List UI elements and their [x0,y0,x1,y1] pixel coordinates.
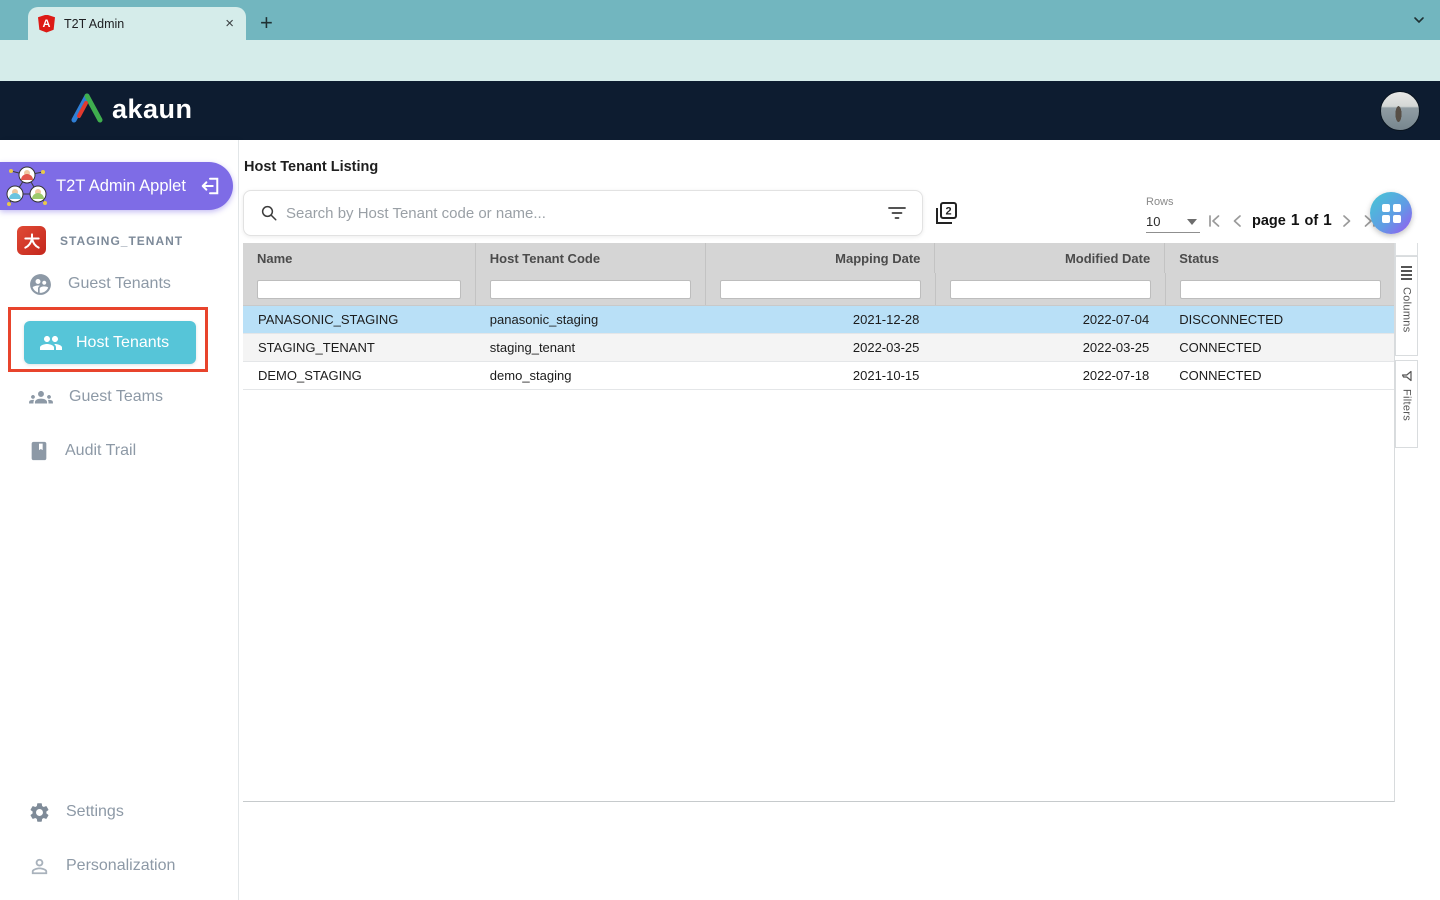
funnel-icon [1401,370,1413,382]
brand-name: akaun [112,94,193,125]
search-input[interactable] [286,205,880,222]
sidebar-item-settings[interactable]: Settings [28,798,124,826]
table-row[interactable]: STAGING_TENANT staging_tenant 2022-03-25… [243,334,1394,362]
filters-tab-label: Filters [1401,389,1413,421]
sidebar-item-label: Guest Teams [69,388,163,406]
svg-text:2: 2 [945,206,951,218]
page-title: Host Tenant Listing [244,159,378,175]
user-avatar[interactable] [1380,91,1420,131]
tenant-label: STAGING_TENANT [60,234,183,248]
annotation-highlight-box: Host Tenants [8,307,208,372]
filter-input-code[interactable] [490,280,691,299]
tenant-logo-icon [17,226,46,255]
column-header-modified-date[interactable]: Modified Date [934,243,1164,273]
sidebar-item-label: Host Tenants [76,334,169,352]
cell-modified-date: 2022-07-04 [934,306,1164,333]
guest-tenants-icon [28,272,53,297]
filter-input-name[interactable] [257,280,461,299]
sidebar-item-guest-teams[interactable]: Guest Teams [28,383,163,411]
cell-name: DEMO_STAGING [243,362,475,389]
next-page-button[interactable] [1342,214,1352,228]
first-page-button[interactable] [1207,214,1222,228]
table-header-row: Name Host Tenant Code Mapping Date Modif… [243,243,1394,273]
host-tenants-icon [39,331,63,355]
filters-tab[interactable]: Filters [1395,360,1418,448]
cell-name: STAGING_TENANT [243,334,475,361]
main-content: Host Tenant Listing 2 Rows 10 [239,140,1440,900]
sidebar-item-host-tenants[interactable]: Host Tenants [24,321,196,364]
sidebar: T2T Admin Applet STAGING_TENANT Guest Te… [0,140,239,900]
screen: A T2T Admin × + akaun.cloud/#/applet/t2t… [0,0,1440,900]
applet-label: T2T Admin Applet [56,177,193,196]
search-bar [243,190,923,236]
person-icon [28,855,51,878]
applet-network-icon [4,163,50,209]
tab-title: T2T Admin [64,17,214,31]
rail-spacer [1395,243,1418,256]
browser-toolbar: akaun.cloud/#/applet/t2t/akaun/t2t-admin… [0,40,1440,81]
sidebar-item-label: Personalization [66,857,175,875]
exit-applet-icon[interactable] [199,176,221,196]
angular-favicon-icon: A [38,15,55,33]
app-navbar: akaun [0,81,1440,140]
cell-status: CONNECTED [1164,362,1394,389]
gear-icon [28,801,51,824]
cell-name: PANASONIC_STAGING [243,306,475,333]
tab-close-icon[interactable]: × [223,16,236,31]
sidebar-item-personalization[interactable]: Personalization [28,852,175,880]
grid-icon [1382,204,1401,223]
applet-banner[interactable]: T2T Admin Applet [0,162,233,210]
filter-input-status[interactable] [1180,280,1381,299]
cell-code: staging_tenant [475,334,705,361]
cell-modified-date: 2022-03-25 [934,334,1164,361]
cell-status: DISCONNECTED [1164,306,1394,333]
column-header-name[interactable]: Name [243,243,475,273]
filter-input-modified-date[interactable] [950,280,1151,299]
pagination: page 1 of 1 [1207,212,1377,230]
column-header-status[interactable]: Status [1164,243,1394,273]
sidebar-item-audit-trail[interactable]: Audit Trail [28,437,136,465]
audit-trail-icon [28,440,50,462]
sidebar-item-label: Audit Trail [65,442,136,460]
rows-caret-icon [1187,219,1197,225]
cell-code: panasonic_staging [475,306,705,333]
guest-teams-icon [28,386,54,408]
table-row[interactable]: PANASONIC_STAGING panasonic_staging 2021… [243,306,1394,334]
host-tenant-table: Name Host Tenant Code Mapping Date Modif… [243,243,1395,802]
table-side-rail: Columns Filters [1395,243,1418,448]
sidebar-item-label: Settings [66,803,124,821]
columns-tab[interactable]: Columns [1395,256,1418,356]
search-icon [260,204,278,222]
view-grid-button[interactable] [1370,192,1412,234]
column-header-mapping-date[interactable]: Mapping Date [705,243,935,273]
rows-per-page-label: Rows [1146,196,1174,208]
columns-icon [1401,266,1412,280]
sidebar-item-guest-tenants[interactable]: Guest Tenants [28,270,171,298]
cell-mapping-date: 2022-03-25 [705,334,935,361]
column-header-code[interactable]: Host Tenant Code [475,243,705,273]
sidebar-item-label: Guest Tenants [68,275,171,293]
akaun-triangle-icon [70,93,104,125]
prev-page-button[interactable] [1232,214,1242,228]
browser-tab-strip: A T2T Admin × + [0,0,1440,40]
browser-tab[interactable]: A T2T Admin × [28,7,246,40]
filter-layers-icon[interactable]: 2 [933,200,959,226]
page-indicator: page 1 of 1 [1252,212,1332,230]
cell-code: demo_staging [475,362,705,389]
cell-modified-date: 2022-07-18 [934,362,1164,389]
sidebar-item-staging-tenant[interactable]: STAGING_TENANT [17,226,183,255]
columns-tab-label: Columns [1401,287,1413,333]
tab-search-chevron-icon[interactable] [1412,13,1426,27]
cell-status: CONNECTED [1164,334,1394,361]
akaun-logo[interactable]: akaun [70,93,193,125]
table-row[interactable]: DEMO_STAGING demo_staging 2021-10-15 202… [243,362,1394,390]
filter-list-icon[interactable] [888,206,906,220]
new-tab-button[interactable]: + [260,8,273,38]
table-filter-row [243,273,1394,306]
filter-input-mapping-date[interactable] [720,280,921,299]
cell-mapping-date: 2021-10-15 [705,362,935,389]
cell-mapping-date: 2021-12-28 [705,306,935,333]
